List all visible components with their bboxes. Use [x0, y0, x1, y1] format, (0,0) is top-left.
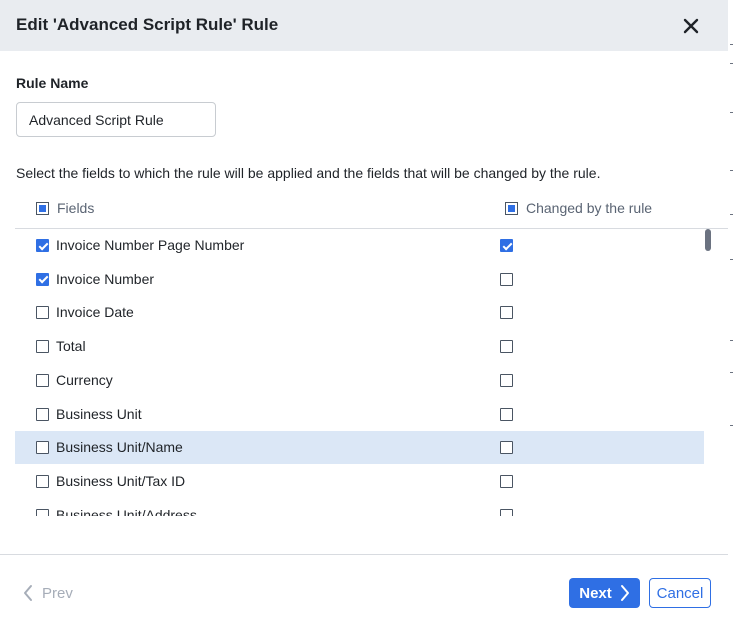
field-checkbox[interactable] [36, 306, 49, 320]
select-all-changed-checkbox[interactable] [505, 201, 518, 215]
field-row[interactable]: Invoice Number Page Number [15, 229, 704, 262]
background-page-edge [728, 0, 735, 630]
field-checkbox[interactable] [36, 373, 49, 387]
field-name: Invoice Date [56, 304, 134, 321]
cancel-button[interactable]: Cancel [649, 578, 711, 608]
field-name: Invoice Number [56, 270, 155, 287]
field-row[interactable]: Invoice Number [15, 263, 704, 296]
chevron-left-icon [24, 585, 32, 601]
changed-by-rule-checkbox[interactable] [500, 407, 513, 421]
fields-column-label: Fields [57, 200, 95, 216]
field-name: Invoice Number Page Number [56, 237, 245, 253]
field-row[interactable]: Currency [15, 364, 704, 397]
changed-by-rule-checkbox[interactable] [500, 441, 513, 455]
next-label: Next [579, 584, 612, 602]
prev-label: Prev [42, 584, 73, 602]
chevron-right-icon [620, 585, 629, 601]
rule-name-input[interactable] [16, 102, 216, 137]
field-row[interactable]: Invoice Date [15, 296, 704, 329]
field-row[interactable]: Business Unit/Tax ID [15, 465, 704, 498]
prev-button[interactable]: Prev [22, 583, 73, 603]
close-icon[interactable] [681, 16, 701, 36]
changed-by-rule-checkbox[interactable] [500, 340, 513, 354]
field-name: Currency [56, 371, 113, 388]
changed-by-rule-checkbox[interactable] [500, 272, 513, 286]
field-checkbox[interactable] [36, 239, 49, 252]
field-list: Invoice Number Page Number Invoice Number… [15, 229, 705, 516]
changed-by-rule-checkbox[interactable] [500, 373, 513, 387]
field-row[interactable]: Business Unit/Name [15, 431, 704, 465]
field-checkbox[interactable] [36, 407, 49, 421]
changed-by-rule-checkbox[interactable] [500, 239, 513, 252]
select-all-fields-checkbox[interactable] [36, 201, 49, 215]
field-name: Total [56, 338, 86, 355]
dialog-title: Edit 'Advanced Script Rule' Rule [16, 15, 279, 34]
field-row[interactable]: Business Unit [15, 398, 704, 431]
fields-column-header: Fields [36, 199, 94, 217]
field-row[interactable]: Total [15, 330, 704, 363]
instructions-text: Select the fields to which the rule will… [16, 165, 601, 181]
field-name: Business Unit/Name [56, 439, 183, 456]
dialog-header: Edit 'Advanced Script Rule' Rule [0, 0, 728, 51]
footer-divider [0, 554, 728, 555]
changed-by-rule-checkbox[interactable] [500, 508, 513, 516]
changed-column-header: Changed by the rule [505, 199, 652, 217]
field-name: Business Unit [56, 405, 142, 422]
changed-column-label: Changed by the rule [526, 200, 653, 216]
field-name: Business Unit/Tax ID [56, 472, 186, 489]
edit-rule-dialog: Edit 'Advanced Script Rule' Rule Rule Na… [0, 0, 728, 630]
changed-by-rule-checkbox[interactable] [500, 306, 513, 320]
changed-by-rule-checkbox[interactable] [500, 474, 513, 488]
field-row[interactable]: Business Unit/Address [15, 499, 704, 516]
field-name: Business Unit/Address [56, 506, 197, 516]
field-checkbox[interactable] [36, 340, 49, 354]
field-checkbox[interactable] [36, 474, 49, 488]
field-checkbox[interactable] [36, 508, 49, 516]
rule-name-label: Rule Name [16, 75, 89, 91]
field-checkbox[interactable] [36, 272, 49, 286]
next-button[interactable]: Next [569, 578, 640, 608]
list-scrollbar[interactable] [705, 229, 711, 251]
field-checkbox[interactable] [36, 441, 49, 455]
